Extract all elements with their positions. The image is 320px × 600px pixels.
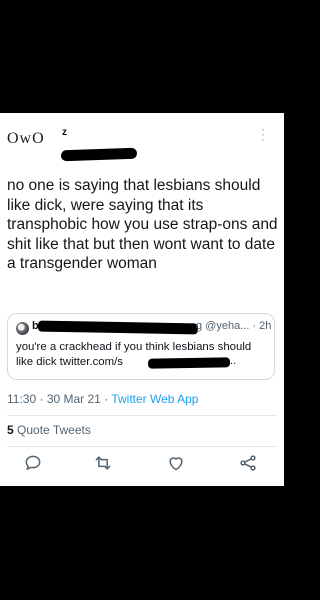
share-icon (240, 455, 256, 471)
bottom-black-area (0, 486, 284, 600)
quoted-handle-and-time: g @yeha... · 2h (196, 320, 272, 332)
redacted-quoted-name (37, 320, 199, 335)
quoted-link-ellipsis: .. (230, 355, 237, 367)
retweet-button[interactable] (93, 453, 113, 473)
meta-separator: · (39, 392, 44, 406)
tweet-detail: OwO z · · · no one is saying that lesbians… (0, 113, 284, 486)
redacted-handle (60, 147, 138, 162)
quote-tweets-count: 5 (7, 423, 14, 437)
heart-icon (169, 457, 183, 471)
tweet-header: OwO z · · · (7, 123, 277, 162)
divider (7, 446, 277, 447)
tweet-metadata: 11:30 · 30 Mar 21 · Twitter Web App (7, 392, 198, 406)
more-vertical-icon[interactable]: · · · (257, 123, 269, 145)
tweet-date: 30 Mar 21 (46, 392, 101, 406)
reply-button[interactable] (23, 453, 43, 473)
tweet-text: no one is saying that lesbians should li… (7, 177, 278, 273)
redacted-link (147, 357, 231, 369)
avatar (16, 322, 29, 335)
meta-separator: · (104, 392, 109, 406)
display-name-superscript: z (62, 127, 67, 138)
quote-tweets-label: Quote Tweets (17, 423, 91, 437)
tweet-source-link[interactable]: Twitter Web App (111, 392, 198, 406)
display-name[interactable]: OwO (7, 130, 45, 148)
tweet-time: 11:30 (7, 392, 37, 406)
divider (7, 415, 277, 416)
reply-icon (25, 455, 41, 470)
top-black-area (0, 0, 284, 113)
share-button[interactable] (238, 453, 258, 473)
retweet-icon (95, 456, 111, 470)
tweet-actions (0, 453, 284, 475)
quoted-tweet-card[interactable]: b g @yeha... · 2h you're a crackhead if … (7, 313, 275, 380)
like-button[interactable] (166, 453, 186, 473)
quote-tweets-stat[interactable]: 5 Quote Tweets (7, 423, 91, 437)
